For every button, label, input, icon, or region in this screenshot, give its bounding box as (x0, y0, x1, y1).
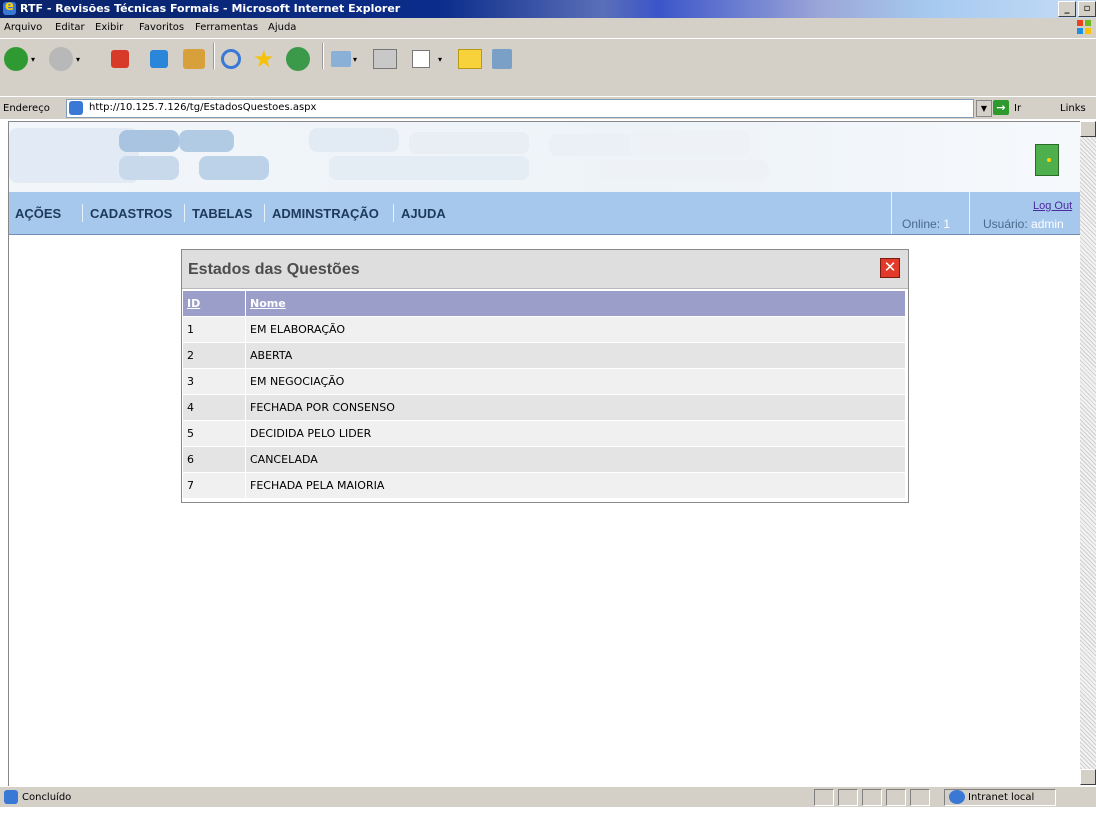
security-zone: Intranet local (968, 792, 1035, 803)
nav-ajuda[interactable]: AJUDA (401, 206, 446, 221)
page-icon (69, 101, 83, 115)
nav-administracao[interactable]: ADMINSTRAÇÃO (272, 206, 379, 221)
table-row: 6 CANCELADA (183, 446, 905, 473)
forward-dropdown-icon[interactable]: ▾ (76, 55, 80, 64)
links-button[interactable]: Links (1060, 103, 1086, 114)
main-nav: AÇÕES CADASTROS TABELAS ADMINSTRAÇÃO AJU… (9, 192, 1081, 235)
maximize-button[interactable]: ▫ (1078, 1, 1096, 17)
menu-ajuda[interactable]: Ajuda (268, 22, 296, 33)
mail-icon[interactable] (331, 51, 351, 67)
go-arrow-icon[interactable]: → (993, 100, 1009, 115)
go-button[interactable]: Ir (1014, 103, 1021, 114)
close-panel-button[interactable]: ✕ (880, 258, 900, 278)
door-icon[interactable] (1035, 144, 1059, 176)
table-row: 3 EM NEGOCIAÇÃO (183, 368, 905, 395)
address-url: http://10.125.7.126/tg/EstadosQuestoes.a… (89, 102, 317, 113)
scroll-up-icon[interactable] (1080, 121, 1096, 137)
intranet-globe-icon (949, 790, 965, 804)
menu-bar: Arquivo Editar Exibir Favoritos Ferramen… (0, 18, 1096, 39)
table-row: 2 ABERTA (183, 342, 905, 369)
column-header-id[interactable]: ID (183, 291, 246, 317)
favorites-icon[interactable]: ★ (253, 47, 277, 71)
windows-logo-icon (1077, 20, 1091, 34)
scroll-down-icon[interactable] (1080, 769, 1096, 785)
status-bar: Concluído Intranet local (0, 786, 1096, 807)
address-input[interactable]: http://10.125.7.126/tg/EstadosQuestoes.a… (66, 99, 974, 118)
table-row: 1 EM ELABORAÇÃO (183, 316, 905, 343)
menu-exibir[interactable]: Exibir (95, 22, 123, 33)
refresh-icon[interactable] (150, 50, 168, 68)
site-banner (9, 122, 1081, 192)
address-label: Endereço (3, 103, 50, 114)
table-row: 7 FECHADA PELA MAIORIA (183, 472, 905, 498)
status-text: Concluído (22, 792, 72, 803)
table-row: 5 DECIDIDA PELO LIDER (183, 420, 905, 447)
logout-link[interactable]: Log Out (1033, 200, 1072, 212)
nav-tabelas[interactable]: TABELAS (192, 206, 252, 221)
page-status-icon (4, 790, 18, 804)
history-icon[interactable] (286, 47, 310, 71)
states-panel: Estados das Questões ✕ ID Nome 1 EM ELABO… (181, 249, 909, 503)
page-viewport: AÇÕES CADASTROS TABELAS ADMINSTRAÇÃO AJU… (8, 121, 1081, 786)
menu-arquivo[interactable]: Arquivo (4, 22, 42, 33)
print-icon[interactable] (373, 49, 397, 69)
toolbar: ▾ ▾ ★ ▾ ▾ (0, 39, 1096, 96)
window-controls: _ ▫ (1058, 1, 1096, 17)
back-dropdown-icon[interactable]: ▾ (31, 55, 35, 64)
address-dropdown-icon[interactable]: ▼ (976, 100, 992, 117)
address-bar: Endereço http://10.125.7.126/tg/EstadosQ… (0, 96, 1096, 119)
menu-ferramentas[interactable]: Ferramentas (195, 22, 258, 33)
forward-icon[interactable] (49, 47, 73, 71)
panel-title: Estados das Questões (188, 261, 360, 278)
ie-logo-icon (3, 0, 16, 15)
search-icon[interactable] (221, 49, 241, 69)
messenger-icon[interactable] (492, 49, 512, 69)
nav-cadastros[interactable]: CADASTROS (90, 206, 172, 221)
panel-header: Estados das Questões ✕ (182, 250, 908, 289)
current-user: Usuário: admin (983, 217, 1064, 231)
window-title-bar: RTF - Revisões Técnicas Formais - Micros… (0, 0, 1096, 18)
vertical-scrollbar[interactable] (1080, 121, 1096, 785)
table-row: 4 FECHADA POR CONSENSO (183, 394, 905, 421)
nav-acoes[interactable]: AÇÕES (15, 206, 61, 221)
window-title: RTF - Revisões Técnicas Formais - Micros… (20, 2, 401, 15)
discuss-icon[interactable] (458, 49, 482, 69)
states-table: ID Nome 1 EM ELABORAÇÃO 2 ABERTA 3 EM NEGOC… (183, 291, 905, 498)
back-icon[interactable] (4, 47, 28, 71)
menu-editar[interactable]: Editar (55, 22, 85, 33)
stop-icon[interactable] (111, 50, 129, 68)
column-header-nome[interactable]: Nome (245, 291, 905, 317)
minimize-button[interactable]: _ (1058, 1, 1076, 17)
home-icon[interactable] (183, 49, 205, 69)
menu-favoritos[interactable]: Favoritos (139, 22, 184, 33)
edit-word-icon[interactable] (412, 50, 430, 68)
online-count: Online: 1 (902, 217, 951, 231)
